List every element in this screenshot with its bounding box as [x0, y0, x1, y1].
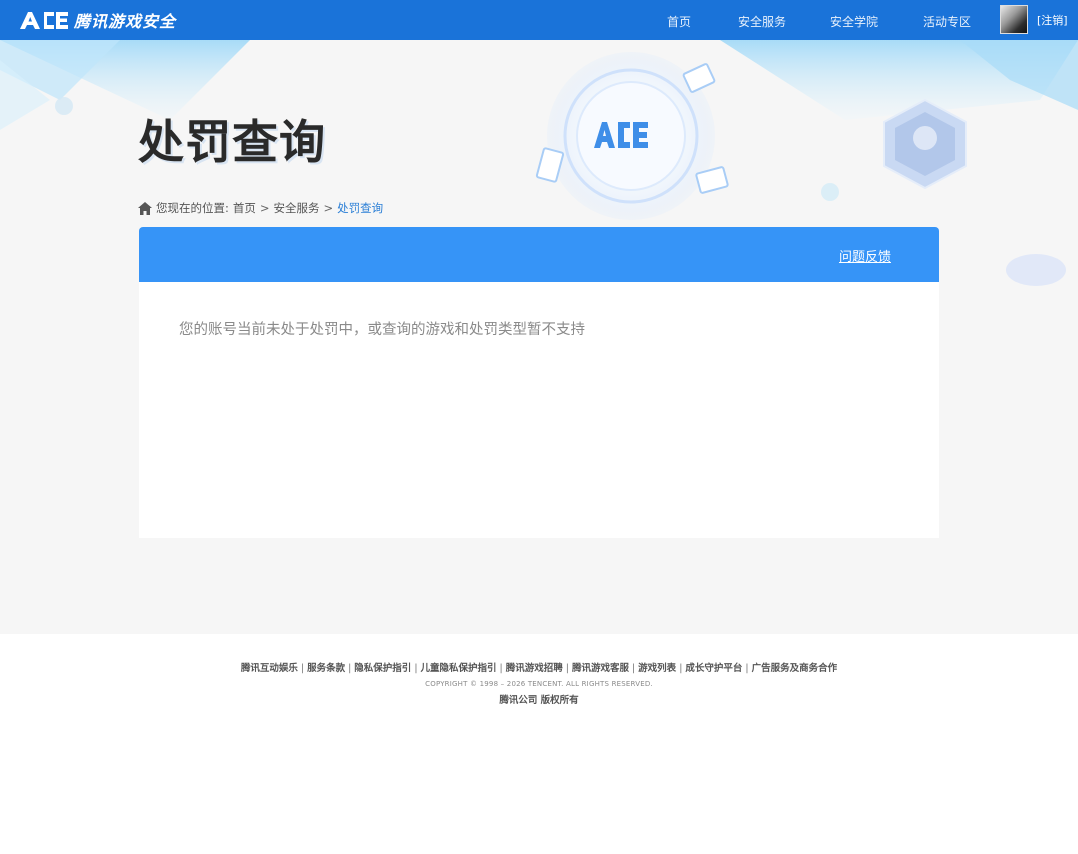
result-panel-body: 您的账号当前未处于处罚中，或查询的游戏和处罚类型暂不支持 — [139, 282, 939, 538]
footer-link-careers[interactable]: 腾讯游戏招聘 — [506, 663, 563, 674]
footer-link-child-privacy[interactable]: 儿童隐私保护指引 — [421, 663, 497, 674]
company-text: 腾讯公司 版权所有 — [499, 695, 579, 706]
footer-link-customer-service[interactable]: 腾讯游戏客服 — [572, 663, 629, 674]
page-title: 处罚查询 — [138, 115, 326, 169]
breadcrumb-home[interactable]: 首页 — [233, 200, 256, 216]
footer-separator: | — [300, 663, 305, 674]
footer-separator: | — [499, 663, 503, 674]
nav-item-security-academy[interactable]: 安全学院 — [830, 13, 878, 30]
logo-text: 腾讯游戏安全 — [74, 12, 177, 31]
footer-separator: | — [414, 663, 418, 674]
footer: 腾讯互动娱乐 | 服务条款 | 隐私保护指引 | 儿童隐私保护指引 | 腾讯游戏招聘 | 腾讯游戏客… — [0, 634, 1078, 854]
logout-link[interactable]: [注销] — [1037, 12, 1068, 28]
breadcrumb-security-services[interactable]: 安全服务 — [274, 200, 320, 216]
site-logo[interactable]: 腾讯游戏安全 — [18, 8, 176, 32]
footer-link-interactive-entertainment[interactable]: 腾讯互动娱乐 — [241, 663, 298, 674]
home-icon — [138, 201, 152, 215]
nav-item-home[interactable]: 首页 — [667, 13, 691, 30]
copyright-text: COPYRIGHT © 1998 – 2026 TENCENT. ALL RIG… — [425, 680, 653, 688]
top-navigation-bar: 腾讯游戏安全 首页 安全服务 安全学院 活动专区 [注销] — [0, 0, 1078, 40]
breadcrumb: 您现在的位置: 首页 > 安全服务 > 处罚查询 — [138, 200, 387, 216]
breadcrumb-prefix: 您现在的位置: — [156, 201, 229, 215]
avatar[interactable] — [1000, 5, 1028, 34]
main-area: 处罚查询 您现在的位置: 首页 > 安全服务 > 处罚查询 问题反馈 您的账号当… — [0, 40, 1078, 634]
breadcrumb-separator: > — [323, 201, 334, 215]
footer-link-terms[interactable]: 服务条款 — [307, 663, 345, 674]
footer-link-privacy[interactable]: 隐私保护指引 — [354, 663, 411, 674]
footer-separator: | — [348, 663, 352, 674]
feedback-link[interactable]: 问题反馈 — [839, 246, 891, 265]
footer-link-game-list[interactable]: 游戏列表 — [638, 663, 676, 674]
ace-logo-icon — [20, 12, 68, 29]
footer-separator: | — [565, 663, 569, 674]
footer-separator: | — [631, 663, 636, 674]
nav-item-events[interactable]: 活动专区 — [923, 13, 971, 30]
result-message: 您的账号当前未处于处罚中，或查询的游戏和处罚类型暂不支持 — [179, 322, 585, 338]
footer-separator: | — [679, 663, 683, 674]
footer-links: 腾讯互动娱乐 | 服务条款 | 隐私保护指引 | 儿童隐私保护指引 | 腾讯游戏招聘 | 腾讯游戏客… — [0, 660, 1078, 674]
breadcrumb-current: 处罚查询 — [337, 201, 384, 215]
nav-item-security-services[interactable]: 安全服务 — [738, 13, 786, 30]
footer-link-advertising[interactable]: 广告服务及商务合作 — [752, 663, 838, 674]
footer-link-growth-guardian[interactable]: 成长守护平台 — [685, 663, 742, 674]
result-panel-header: 问题反馈 — [139, 227, 939, 282]
footer-separator: | — [745, 663, 749, 674]
breadcrumb-separator: > — [259, 201, 270, 215]
